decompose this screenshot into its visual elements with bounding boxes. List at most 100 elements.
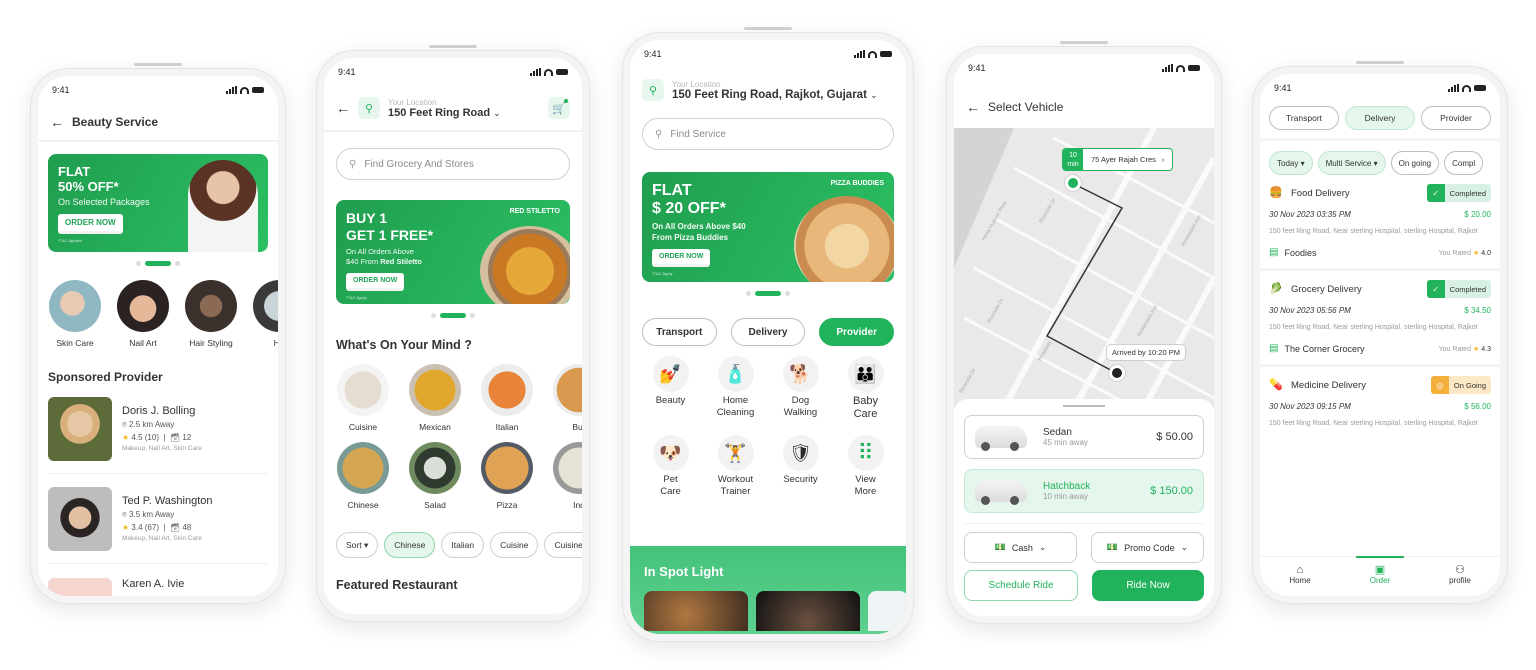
provider-card[interactable]: Doris J. Bolling ⌾ 2.5 km Away ★ 4.5 (10…	[48, 384, 268, 474]
cuisine-item[interactable]: Salad	[408, 442, 462, 510]
tab-provider[interactable]: Provider	[1421, 106, 1491, 130]
cuisine-item[interactable]: Pizza	[480, 442, 534, 510]
service-beauty[interactable]: 💅 Beauty	[638, 356, 703, 421]
filter-completed[interactable]: Compl	[1444, 151, 1484, 175]
chevron-down-icon: ⌄	[870, 89, 878, 100]
signal-icon	[226, 86, 237, 94]
category-skin-care[interactable]: Skin Care	[48, 280, 102, 348]
provider-jobs: 12	[182, 433, 192, 442]
chip-cuisine[interactable]: Cuisine	[490, 532, 539, 558]
nav-order[interactable]: ▣ Order	[1340, 557, 1420, 596]
category-image	[117, 280, 169, 332]
order-now-button[interactable]: ORDER NOW	[58, 214, 123, 234]
carousel-dots[interactable]	[324, 313, 582, 318]
grid-dots-icon: ⠿	[847, 435, 884, 471]
search-input[interactable]: ⚲ Find Grocery And Stores	[336, 148, 570, 180]
cuisine-image	[481, 364, 533, 416]
phone-grocery: 9:41 ← ⚲ Your Location 150 Feet Ring Roa…	[316, 45, 590, 622]
service-workout-trainer[interactable]: 🏋 Workout Trainer	[703, 435, 768, 498]
home-screen: 9:41 ⚲ Your Location 150 Feet Ring Road,…	[630, 40, 906, 634]
cart-icon[interactable]: 🛒	[548, 97, 570, 119]
nav-home[interactable]: ⌂ Home	[1260, 557, 1340, 596]
nav-profile[interactable]: ⚇ profile	[1420, 557, 1500, 596]
sort-chip[interactable]: Sort ▾	[336, 532, 379, 558]
location-selector[interactable]: Your Location 150 Feet Ring Road, Rajkot…	[672, 80, 878, 101]
spotlight-card[interactable]	[756, 591, 860, 631]
spotlight-card[interactable]	[868, 591, 906, 631]
order-now-button[interactable]: ORDER NOW	[346, 273, 405, 291]
service-home-cleaning[interactable]: 🧴 Home Cleaning	[703, 356, 768, 421]
cuisine-item[interactable]: Cuisine	[336, 364, 390, 432]
dog-walking-icon: 🐕	[782, 356, 819, 392]
promo-code-select[interactable]: 💵 Promo Code ⌄	[1091, 532, 1204, 563]
sheet-drag-handle[interactable]	[1063, 405, 1105, 407]
schedule-ride-button[interactable]: Schedule Ride	[964, 570, 1078, 601]
destination-callout[interactable]: 10 min 75 Ayer Rajah Cres ›	[1062, 148, 1174, 171]
filter-multi-service[interactable]: Multi Service ▾	[1317, 151, 1386, 175]
tab-delivery[interactable]: Delivery	[730, 318, 806, 346]
pickup-pin-icon	[1065, 175, 1081, 191]
ride-now-button[interactable]: Ride Now	[1092, 570, 1204, 601]
cuisine-item[interactable]: Italian	[480, 364, 534, 432]
provider-card[interactable]: Ted P. Washington ⌾ 3.5 km Away ★ 3.4 (6…	[48, 474, 268, 564]
order-card[interactable]: 🥬 Grocery Delivery ✓ Completed 30 Nov 2023…	[1260, 271, 1500, 367]
category-label: Ha	[273, 338, 278, 348]
vehicle-eta: 10 min away	[1043, 492, 1088, 501]
route-map[interactable]: Henry Hudson Pkwy Riverside Dr Riverside…	[954, 128, 1214, 408]
filter-today[interactable]: Today ▾	[1269, 151, 1313, 175]
order-now-button[interactable]: ORDER NOW	[652, 249, 711, 267]
carousel-dots[interactable]	[630, 291, 906, 296]
service-view-more[interactable]: ⠿ View More	[833, 435, 898, 498]
order-rating: 4.3	[1481, 345, 1491, 353]
service-pet-care[interactable]: 🐶 Pet Care	[638, 435, 703, 498]
banner-brand: PIZZA BUDDIES	[830, 180, 884, 187]
car-icon	[975, 480, 1027, 505]
promo-banner[interactable]: FLAT 50% OFF* On Selected Packages ORDER…	[48, 154, 268, 252]
beauty-screen: 9:41 ← Beauty Service FLAT 50% OFF* On S…	[38, 76, 278, 596]
back-arrow-icon[interactable]: ←	[50, 114, 64, 130]
search-input[interactable]: ⚲ Find Service	[642, 118, 894, 150]
vehicle-screen: 9:41 ← Select Vehicle Henry Hudson Pkwy …	[954, 54, 1214, 616]
cuisine-image	[337, 364, 389, 416]
vehicle-option-hatchback[interactable]: Hatchback 10 min away $ 150.00	[964, 469, 1204, 513]
chip-cuisine[interactable]: Cuisine	[544, 532, 582, 558]
service-baby-care[interactable]: 👪 Baby Care	[833, 356, 898, 421]
tab-transport[interactable]: Transport	[1269, 106, 1339, 130]
cuisine-item[interactable]: Chinese	[336, 442, 390, 510]
signal-icon	[854, 50, 865, 58]
order-card[interactable]: 🍔 Food Delivery ✓ Completed 30 Nov 2023 03…	[1260, 175, 1500, 271]
tab-transport[interactable]: Transport	[642, 318, 717, 346]
chevron-down-icon: ⌄	[1038, 542, 1047, 552]
grocery-screen: 9:41 ← ⚲ Your Location 150 Feet Ring Roa…	[324, 58, 582, 614]
promo-banner[interactable]: BUY 1 GET 1 FREE* On All Orders Above $4…	[336, 200, 570, 304]
tab-provider[interactable]: Provider	[819, 318, 895, 346]
tab-delivery[interactable]: Delivery	[1345, 106, 1415, 130]
back-arrow-icon[interactable]: ←	[336, 100, 350, 116]
chevron-right-icon: ›	[1161, 155, 1165, 164]
vehicle-option-sedan[interactable]: Sedan 45 min away $ 50.00	[964, 415, 1204, 459]
search-icon: ⚲	[349, 158, 357, 170]
category-hair-styling[interactable]: Hair Styling	[184, 280, 238, 348]
category-partial[interactable]: Ha	[252, 280, 278, 348]
dumbbell-icon: 🏋	[717, 435, 754, 471]
back-arrow-icon[interactable]: ←	[966, 99, 980, 115]
provider-rating: 3.4 (67)	[131, 523, 159, 532]
category-nail-art[interactable]: Nail Art	[116, 280, 170, 348]
spotlight-card[interactable]	[644, 591, 748, 631]
service-dog-walking[interactable]: 🐕 Dog Walking	[768, 356, 833, 421]
baby-care-icon: 👪	[847, 356, 884, 392]
cuisine-item[interactable]: Bur	[552, 364, 582, 432]
cuisine-item[interactable]: Mexican	[408, 364, 462, 432]
cuisine-item[interactable]: Ind	[552, 442, 582, 510]
order-receipt-icon: ▣	[1374, 564, 1386, 576]
location-selector[interactable]: Your Location 150 Feet Ring Road ⌄	[388, 98, 501, 119]
chip-italian[interactable]: Italian	[441, 532, 485, 558]
payment-method-select[interactable]: 💵 Cash ⌄	[964, 532, 1077, 563]
order-card[interactable]: 💊 Medicine Delivery ◎ On Going 30 Nov 2023…	[1260, 367, 1500, 439]
provider-card[interactable]: Karen A. Ivie	[48, 564, 268, 596]
service-security[interactable]: 🛡 Security	[768, 435, 833, 498]
check-badge-icon: ✓	[1426, 184, 1445, 202]
filter-on-going[interactable]: On going	[1390, 151, 1440, 175]
chip-chinese[interactable]: Chinese	[384, 532, 436, 558]
promo-banner[interactable]: FLAT $ 20 OFF* On All Orders Above $40 F…	[642, 172, 894, 282]
